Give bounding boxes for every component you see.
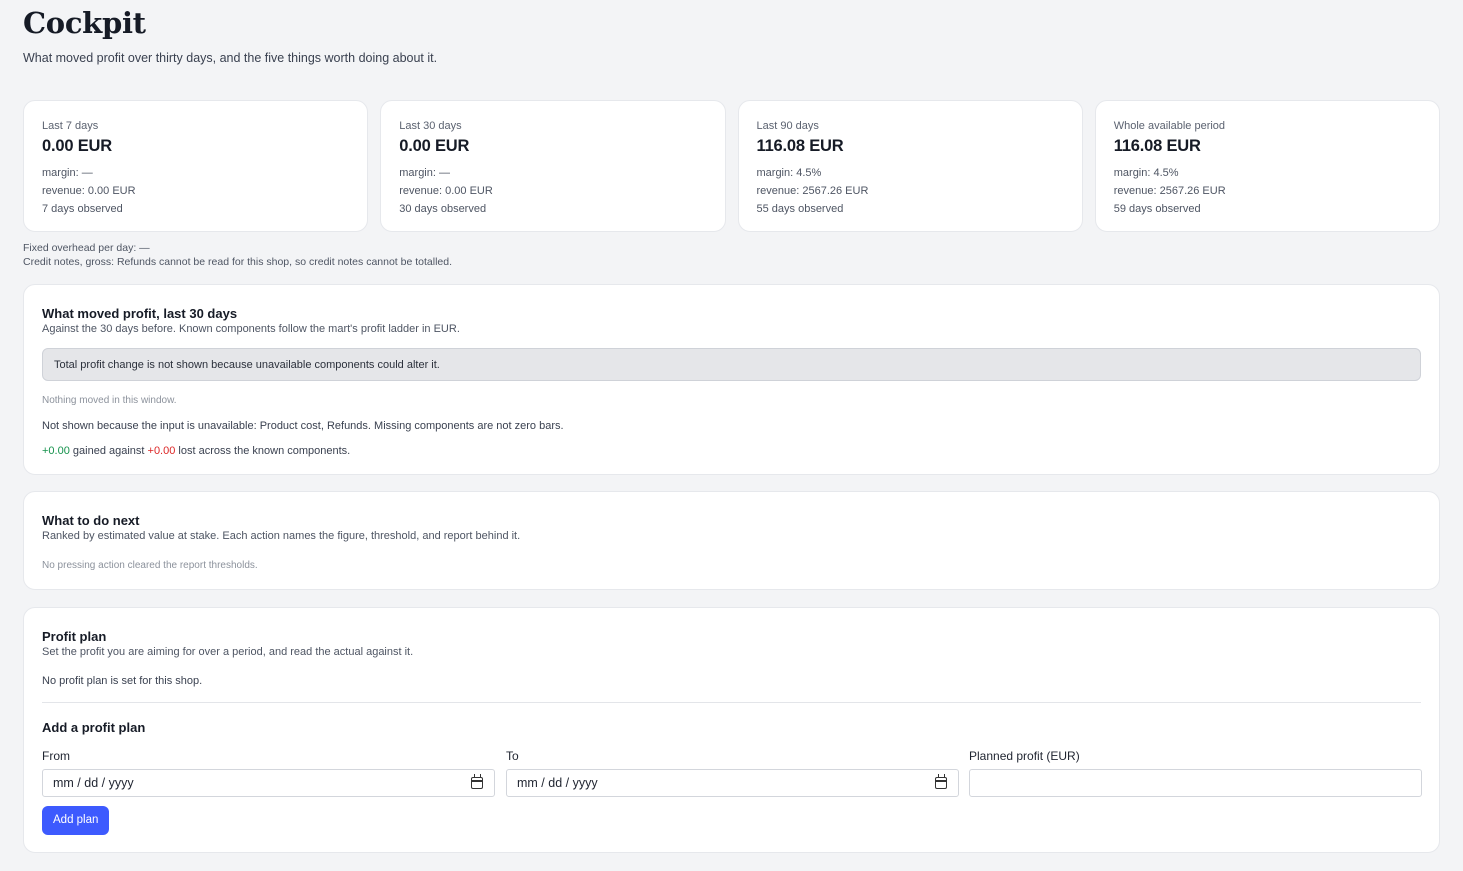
kpi-value: 0.00 EUR (399, 137, 470, 155)
profit-plan-card: Profit plan Set the profit you are aimin… (23, 607, 1440, 853)
from-date-value: mm / dd / yyyy (53, 776, 134, 790)
kpi-revenue: revenue: 2567.26 EUR (756, 185, 869, 197)
kpi-value: 0.00 EUR (42, 137, 112, 155)
section-title: What to do next (42, 513, 140, 528)
kpi-margin: margin: 4.5% (1113, 167, 1179, 179)
kpi-revenue: revenue: 0.00 EUR (42, 185, 136, 197)
info-banner: Total profit change is not shown because… (42, 348, 1421, 381)
empty-state: Nothing moved in this window. (42, 395, 177, 406)
kpi-card-7-days: Last 7 days 0.00 EUR margin: — revenue: … (23, 100, 369, 232)
kpi-value: 116.08 EUR (1113, 137, 1201, 155)
kpi-observed: 30 days observed (399, 203, 487, 215)
kpi-observed: 55 days observed (756, 203, 844, 215)
missing-components-note: Not shown because the input is unavailab… (42, 420, 564, 432)
section-description: Ranked by estimated value at stake. Each… (42, 530, 521, 542)
page-subtitle: What moved profit over thirty days, and … (23, 51, 438, 65)
section-description: Against the 30 days before. Known compon… (42, 323, 460, 335)
from-label: From (42, 749, 70, 763)
section-title: What moved profit, last 30 days (42, 306, 238, 321)
to-date-input[interactable]: mm / dd / yyyy (506, 769, 959, 797)
kpi-card-90-days: Last 90 days 116.08 EUR margin: 4.5% rev… (737, 100, 1083, 232)
planned-profit-label: Planned profit (EUR) (969, 749, 1080, 763)
lost-value: +0.00 (147, 445, 176, 457)
to-field: To mm / dd / yyyy (506, 749, 959, 797)
kpi-observed: 59 days observed (1113, 203, 1201, 215)
page-title: Cockpit (23, 6, 146, 40)
kpi-revenue: revenue: 2567.26 EUR (1113, 185, 1226, 197)
kpi-card-whole-period: Whole available period 116.08 EUR margin… (1094, 100, 1440, 232)
kpi-margin: margin: — (399, 167, 450, 179)
kpi-label: Whole available period (1113, 120, 1226, 132)
gained-value: +0.00 (42, 445, 70, 457)
lost-text: lost across the known components. (175, 445, 351, 457)
notes: Fixed overhead per day: — Credit notes, … (23, 241, 452, 269)
kpi-revenue: revenue: 0.00 EUR (399, 185, 493, 197)
profit-movement-card: What moved profit, last 30 days Against … (23, 284, 1440, 475)
kpi-label: Last 90 days (756, 120, 819, 132)
planned-profit-input[interactable] (969, 769, 1422, 797)
credit-notes-note: Credit notes, gross: Refunds cannot be r… (23, 256, 453, 268)
kpi-margin: margin: — (42, 167, 93, 179)
gained-text: gained against (69, 445, 148, 457)
kpi-row: Last 7 days 0.00 EUR margin: — revenue: … (23, 100, 1440, 232)
calendar-icon[interactable] (935, 774, 947, 789)
overhead-note: Fixed overhead per day: — (23, 242, 150, 254)
to-label: To (506, 749, 519, 763)
kpi-margin: margin: 4.5% (756, 167, 822, 179)
next-actions-card: What to do next Ranked by estimated valu… (23, 491, 1440, 590)
to-date-value: mm / dd / yyyy (517, 776, 598, 790)
kpi-value: 116.08 EUR (756, 137, 844, 155)
form-title: Add a profit plan (42, 720, 146, 735)
kpi-label: Last 30 days (399, 120, 462, 132)
kpi-card-30-days: Last 30 days 0.00 EUR margin: — revenue:… (380, 100, 726, 232)
add-plan-button[interactable]: Add plan (42, 806, 110, 835)
gain-loss-summary: +0.00 gained against +0.00 lost across t… (42, 445, 350, 457)
planned-profit-field: Planned profit (EUR) (969, 749, 1422, 797)
no-plan-note: No profit plan is set for this shop. (42, 675, 203, 687)
empty-state: No pressing action cleared the report th… (42, 560, 258, 571)
section-title: Profit plan (42, 629, 107, 644)
from-date-input[interactable]: mm / dd / yyyy (42, 769, 495, 797)
kpi-label: Last 7 days (42, 120, 99, 132)
section-description: Set the profit you are aiming for over a… (42, 646, 414, 658)
from-field: From mm / dd / yyyy (42, 749, 495, 797)
divider (42, 702, 1421, 703)
kpi-observed: 7 days observed (42, 203, 123, 215)
calendar-icon[interactable] (471, 774, 483, 789)
